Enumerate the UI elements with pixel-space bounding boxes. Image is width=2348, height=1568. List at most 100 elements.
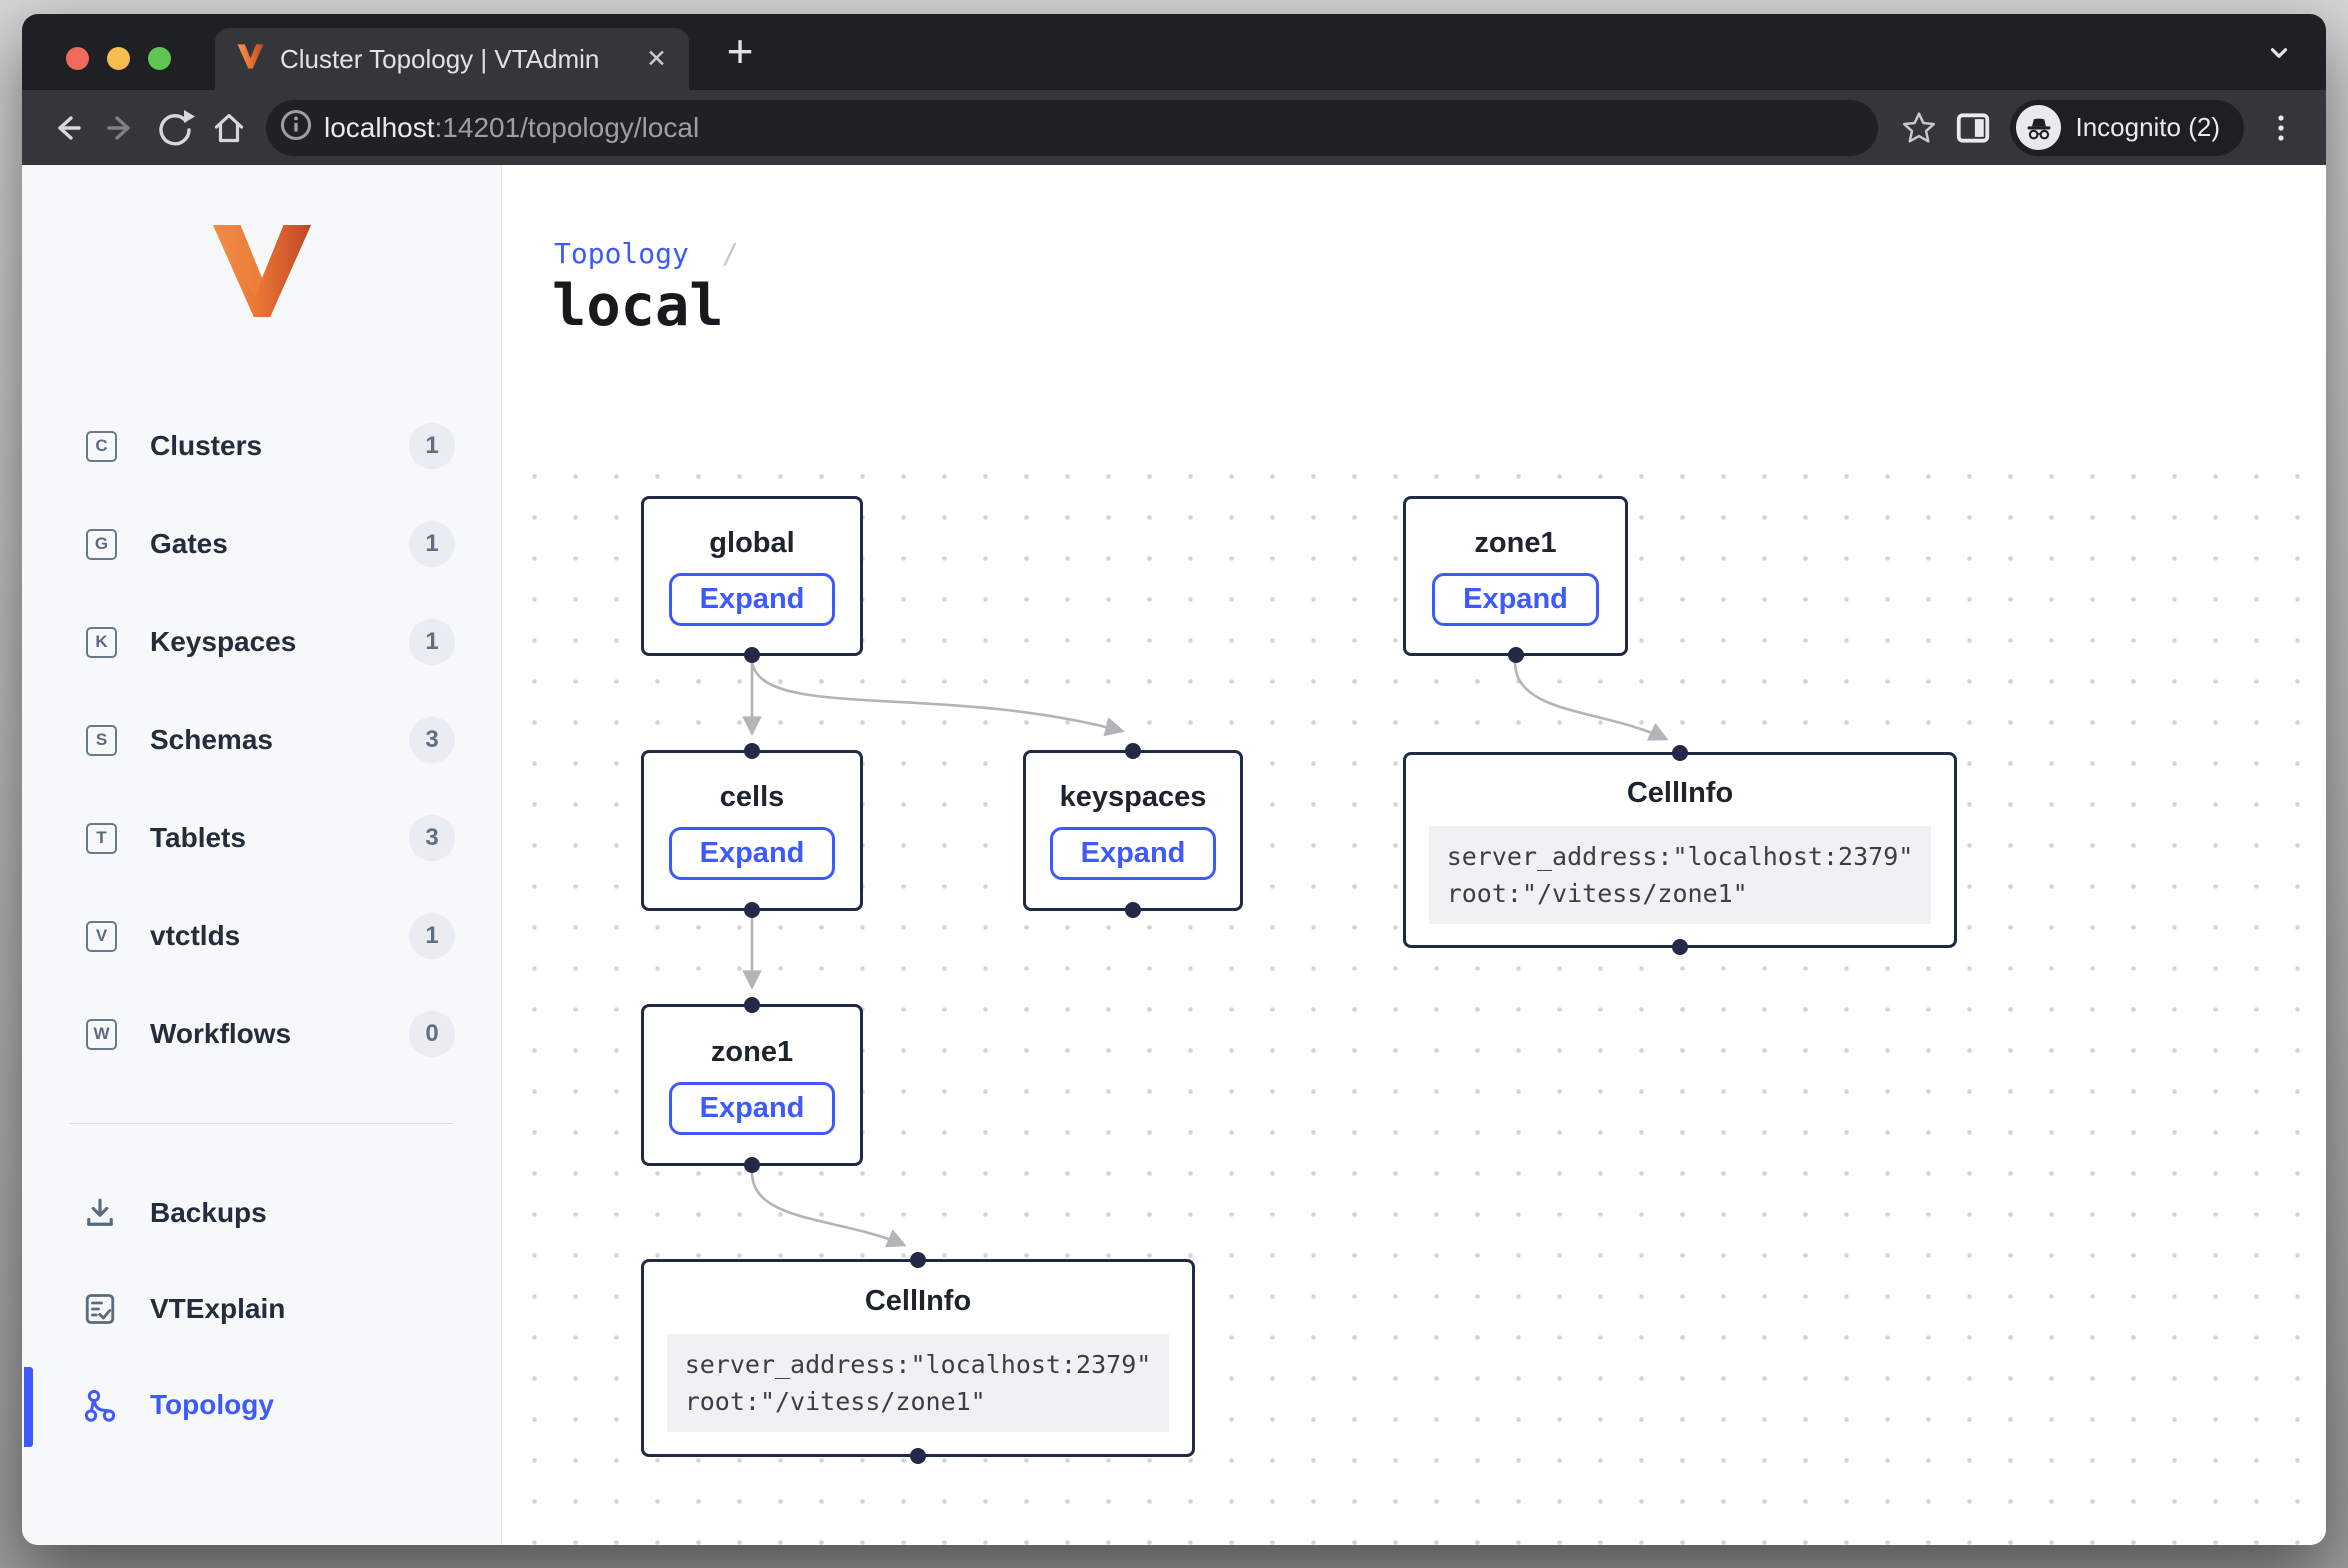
topology-pane: Topology / local globalExpandzone1Expand… (502, 165, 2326, 1545)
expand-button[interactable]: Expand (1050, 827, 1217, 880)
expand-button[interactable]: Expand (1432, 573, 1599, 626)
tab-title: Cluster Topology | VTAdmin (280, 44, 599, 75)
connection-handle-bottom (1672, 939, 1688, 955)
minimize-window-button[interactable] (107, 47, 130, 70)
chevron-down-icon[interactable] (2266, 40, 2292, 71)
sidebar-item-vtctlds[interactable]: Vvtctlds1 (22, 887, 501, 985)
code-line: root:"/vitess/zone1" (1447, 875, 1914, 912)
expand-button[interactable]: Expand (669, 827, 836, 880)
browser-window: Cluster Topology | VTAdmin ✕ + localhost… (22, 14, 2326, 1545)
count-badge: 3 (409, 717, 455, 763)
sidebar-item-label: VTExplain (150, 1293, 285, 1325)
connection-handle-top (744, 743, 760, 759)
topology-node-zone1-top[interactable]: zone1 Expand (1403, 496, 1628, 656)
node-title: zone1 (1474, 527, 1556, 560)
topology-node-cellinfo-right[interactable]: CellInfo server_address:"localhost:2379"r… (1403, 752, 1957, 948)
tab-strip: Cluster Topology | VTAdmin ✕ + (22, 14, 2326, 90)
node-title: global (709, 527, 794, 560)
count-badge: 1 (409, 619, 455, 665)
sidebar-divider (70, 1123, 453, 1124)
topology-node-global[interactable]: global Expand (641, 496, 863, 656)
connection-handle-top (744, 997, 760, 1013)
tab-close-icon[interactable]: ✕ (646, 44, 667, 74)
reload-button[interactable] (148, 101, 202, 155)
sidebar-item-tablets[interactable]: TTablets3 (22, 789, 501, 887)
count-badge: 1 (409, 521, 455, 567)
sidebar-item-label: Clusters (150, 430, 262, 462)
url-bar[interactable]: localhost:14201/topology/local (266, 100, 1878, 156)
close-window-button[interactable] (66, 47, 89, 70)
node-title: CellInfo (865, 1285, 971, 1318)
connection-handle-bottom (910, 1448, 926, 1464)
browser-tab[interactable]: Cluster Topology | VTAdmin ✕ (215, 28, 689, 90)
incognito-icon (2016, 105, 2061, 150)
topology-node-zone1-mid[interactable]: zone1 Expand (641, 1004, 863, 1166)
sidebar-item-keyspaces[interactable]: KKeyspaces1 (22, 593, 501, 691)
sidebar-item-backups[interactable]: Backups (22, 1165, 501, 1261)
sidebar-nav: CClusters1GGates1KKeyspaces1SSchemas3TTa… (22, 397, 501, 1083)
sidebar-item-label: Workflows (150, 1018, 291, 1050)
sidebar-item-clusters[interactable]: CClusters1 (22, 397, 501, 495)
count-badge: 1 (409, 913, 455, 959)
sidebar-item-vtexplain[interactable]: VTExplain (22, 1261, 501, 1357)
workflows-icon: W (86, 1019, 117, 1050)
topology-node-cellinfo-bottom[interactable]: CellInfo server_address:"localhost:2379"r… (641, 1259, 1195, 1457)
count-badge: 0 (409, 1011, 455, 1057)
sidebar-item-label: Keyspaces (150, 626, 296, 658)
new-tab-button[interactable]: + (714, 26, 766, 78)
bookmark-star-icon[interactable] (1892, 101, 1946, 155)
zoom-window-button[interactable] (148, 47, 171, 70)
vtexplain-icon (82, 1291, 118, 1327)
connection-handle-top (910, 1252, 926, 1268)
sidebar-item-gates[interactable]: GGates1 (22, 495, 501, 593)
home-button[interactable] (202, 101, 256, 155)
code-line: server_address:"localhost:2379" (1447, 838, 1914, 875)
back-button[interactable] (40, 101, 94, 155)
connection-handle-bottom (744, 647, 760, 663)
node-title: keyspaces (1060, 781, 1207, 814)
sidebar-item-workflows[interactable]: W Workflows 0 (22, 985, 501, 1083)
content-area: CClusters1GGates1KKeyspaces1SSchemas3TTa… (22, 165, 2326, 1545)
sidebar-item-label: Topology (150, 1389, 274, 1421)
node-title: CellInfo (1627, 777, 1733, 810)
menu-kebab-icon[interactable] (2254, 101, 2308, 155)
node-title: zone1 (711, 1036, 793, 1069)
site-info-icon[interactable] (278, 107, 314, 148)
incognito-label: Incognito (2) (2075, 112, 2220, 143)
topology-icon (82, 1387, 118, 1423)
code-line: server_address:"localhost:2379" (685, 1346, 1152, 1383)
sidebar-item-topology[interactable]: Topology (22, 1357, 501, 1453)
topology-node-cells[interactable]: cells Expand (641, 750, 863, 911)
forward-button[interactable] (94, 101, 148, 155)
connection-handle-bottom (1125, 902, 1141, 918)
tablets-icon: T (86, 823, 117, 854)
expand-button[interactable]: Expand (669, 1082, 836, 1135)
vitess-favicon-icon (237, 44, 264, 74)
sidebar-item-label: Backups (150, 1197, 267, 1229)
connection-handle-bottom (1508, 647, 1524, 663)
backups-icon (82, 1195, 118, 1231)
connection-handle-bottom (744, 1157, 760, 1173)
profile-chip[interactable]: Incognito (2) (2010, 100, 2244, 156)
sidebar-tools: Backups VTExplain Topology (22, 1165, 501, 1453)
sidebar: CClusters1GGates1KKeyspaces1SSchemas3TTa… (22, 165, 502, 1545)
expand-button[interactable]: Expand (669, 573, 836, 626)
sidebar-item-schemas[interactable]: SSchemas3 (22, 691, 501, 789)
code-line: root:"/vitess/zone1" (685, 1383, 1152, 1420)
edge-global-to-keyspaces (752, 662, 1122, 731)
node-title: cells (720, 781, 785, 814)
connection-handle-top (1125, 743, 1141, 759)
sidebar-item-label: vtctlds (150, 920, 240, 952)
schemas-icon: S (86, 725, 117, 756)
connection-handle-top (1672, 745, 1688, 761)
count-badge: 3 (409, 815, 455, 861)
window-controls (66, 47, 171, 70)
sidebar-item-label: Gates (150, 528, 228, 560)
topology-node-keyspaces[interactable]: keyspaces Expand (1023, 750, 1243, 911)
url-text: localhost:14201/topology/local (324, 112, 699, 144)
count-badge: 1 (409, 423, 455, 469)
connection-handle-bottom (744, 902, 760, 918)
side-panel-icon[interactable] (1946, 101, 2000, 155)
url-host: localhost (324, 112, 435, 143)
vitess-logo (210, 225, 314, 322)
